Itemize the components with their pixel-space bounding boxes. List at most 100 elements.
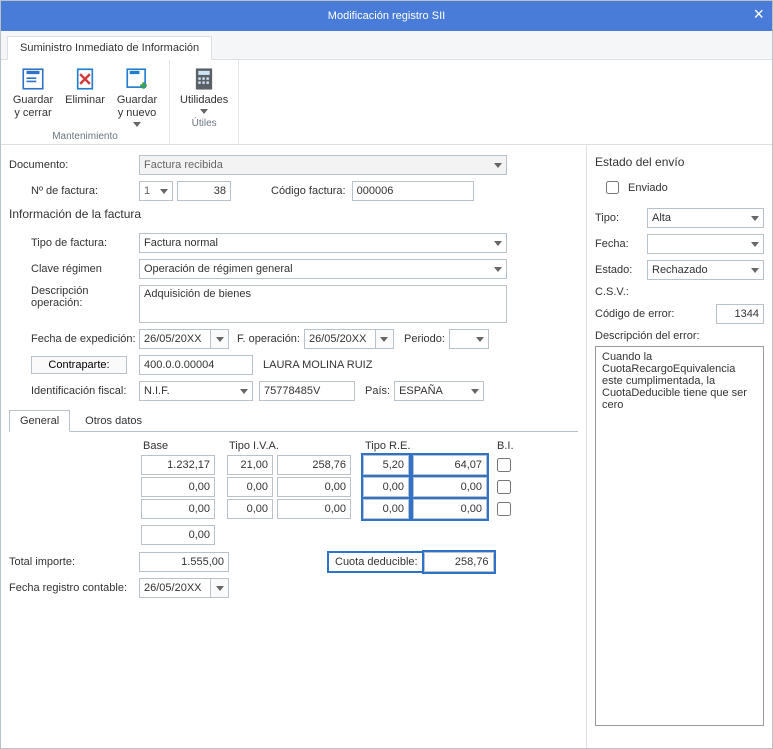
num-factura-label: Nº de factura: — [9, 185, 139, 197]
enviado-checkbox[interactable] — [606, 181, 619, 194]
f-operacion-input[interactable] — [304, 329, 376, 349]
col-base: Base — [139, 438, 217, 454]
num-factura-input[interactable] — [177, 181, 231, 201]
iva-cuota-input[interactable] — [277, 499, 351, 519]
ribbon-tab-row: Suministro Inmediato de Información — [1, 31, 772, 60]
cuota-deducible-label: Cuota deducible: — [329, 553, 424, 571]
codigo-error-label: Código de error: — [595, 308, 710, 320]
fecha-envio-select[interactable] — [647, 234, 764, 254]
estado-envio-select[interactable]: Rechazado — [647, 260, 764, 280]
id-fiscal-tipo-select[interactable]: N.I.F. — [139, 381, 253, 401]
chevron-down-icon — [494, 163, 502, 168]
re-pct-input[interactable] — [363, 477, 409, 497]
tipo-factura-select[interactable]: Factura normal — [139, 233, 507, 253]
f-operacion-dropdown[interactable] — [376, 329, 394, 349]
chevron-down-icon — [216, 337, 224, 342]
total-importe-input[interactable] — [139, 552, 229, 572]
fecha-exp-input[interactable] — [139, 329, 211, 349]
iva-pct-input[interactable] — [227, 477, 273, 497]
save-new-icon — [123, 66, 151, 92]
tipo-envio-label: Tipo: — [595, 212, 641, 224]
re-cuota-input[interactable] — [413, 477, 487, 497]
ribbon-tab-sii[interactable]: Suministro Inmediato de Información — [7, 36, 212, 60]
iva-grid: Base Tipo I.V.A. Tipo R.E. B.I. — [139, 438, 518, 546]
clave-regimen-label: Clave régimen — [9, 263, 139, 275]
base-input[interactable] — [141, 477, 215, 497]
pais-label: País: — [365, 385, 390, 397]
utilities-button[interactable]: Utilidades — [180, 66, 228, 114]
chevron-down-icon — [240, 389, 248, 394]
delete-button[interactable]: Eliminar — [63, 66, 107, 107]
col-bi: B.I. — [489, 438, 518, 454]
chevron-down-icon — [200, 109, 208, 114]
fecha-reg-input[interactable] — [139, 578, 211, 598]
base-input[interactable] — [141, 499, 215, 519]
col-tipo-re: Tipo R.E. — [361, 438, 489, 454]
desc-operacion-input[interactable]: Adquisición de bienes — [139, 285, 507, 323]
id-fiscal-valor-input[interactable] — [259, 381, 355, 401]
save-new-button[interactable]: Guardar y nuevo — [115, 66, 159, 127]
id-fiscal-label: Identificación fiscal: — [9, 385, 139, 397]
tab-otros-datos[interactable]: Otros datos — [74, 410, 153, 432]
desc-operacion-label: Descripción operación: — [9, 285, 139, 309]
desc-error-text: Cuando la CuotaRecargoEquivalencia este … — [595, 346, 764, 726]
table-row — [139, 476, 518, 498]
contraparte-cuenta-input[interactable] — [139, 355, 253, 375]
re-pct-input[interactable] — [363, 499, 409, 519]
re-cuota-input[interactable] — [413, 499, 487, 519]
codigo-factura-input[interactable] — [352, 181, 474, 201]
chevron-down-icon — [216, 586, 224, 591]
cuota-deducible-input[interactable] — [424, 552, 494, 572]
save-close-button[interactable]: Guardar y cerrar — [11, 66, 55, 120]
bi-checkbox[interactable] — [497, 502, 511, 516]
fecha-exp-dropdown[interactable] — [211, 329, 229, 349]
chevron-down-icon — [494, 241, 502, 246]
iva-pct-input[interactable] — [227, 499, 273, 519]
iva-pct-input[interactable] — [227, 455, 273, 475]
ribbon-group-maintenance: Mantenimiento — [11, 131, 159, 142]
total-importe-label: Total importe: — [9, 556, 139, 568]
re-pct-input[interactable] — [363, 455, 409, 475]
codigo-error-input[interactable] — [716, 304, 764, 324]
bi-checkbox[interactable] — [497, 458, 511, 472]
chevron-down-icon — [751, 242, 759, 247]
tab-general[interactable]: General — [9, 410, 70, 432]
clave-regimen-select[interactable]: Operación de régimen general — [139, 259, 507, 279]
window-title: Modificación registro SII — [328, 10, 445, 22]
serie-select[interactable]: 1 — [139, 181, 173, 201]
chevron-down-icon — [380, 337, 388, 342]
chevron-down-icon — [751, 268, 759, 273]
base-input[interactable] — [141, 455, 215, 475]
fecha-reg-label: Fecha registro contable: — [9, 582, 139, 594]
table-row — [139, 498, 518, 520]
desc-error-label: Descripción del error: — [595, 330, 764, 342]
re-cuota-input[interactable] — [413, 455, 487, 475]
table-row — [139, 454, 518, 476]
tipo-envio-select[interactable]: Alta — [647, 208, 764, 228]
calculator-icon — [190, 66, 218, 92]
periodo-select[interactable] — [449, 329, 489, 349]
estado-envio-label: Estado: — [595, 264, 641, 276]
iva-cuota-input[interactable] — [277, 477, 351, 497]
col-tipo-iva: Tipo I.V.A. — [225, 438, 353, 454]
chevron-down-icon — [476, 337, 484, 342]
fecha-envio-label: Fecha: — [595, 238, 641, 250]
bi-checkbox[interactable] — [497, 480, 511, 494]
f-operacion-label: F. operación: — [237, 333, 300, 345]
estado-envio-heading: Estado del envío — [595, 155, 764, 169]
contraparte-nombre: LAURA MOLINA RUIZ — [263, 359, 372, 371]
chevron-down-icon — [471, 389, 479, 394]
close-icon[interactable]: × — [753, 4, 764, 25]
documento-select[interactable]: Factura recibida — [139, 155, 507, 175]
pais-select[interactable]: ESPAÑA — [394, 381, 484, 401]
iva-cuota-input[interactable] — [277, 455, 351, 475]
fecha-reg-dropdown[interactable] — [211, 578, 229, 598]
extra-base-input[interactable] — [141, 525, 215, 545]
fecha-exp-label: Fecha de expedición: — [9, 333, 139, 345]
chevron-down-icon — [494, 267, 502, 272]
periodo-label: Periodo: — [404, 333, 445, 345]
tipo-factura-label: Tipo de factura: — [9, 237, 139, 249]
contraparte-button[interactable]: Contraparte: — [31, 356, 127, 374]
documento-label: Documento: — [9, 159, 139, 171]
title-bar: Modificación registro SII × — [1, 1, 772, 31]
